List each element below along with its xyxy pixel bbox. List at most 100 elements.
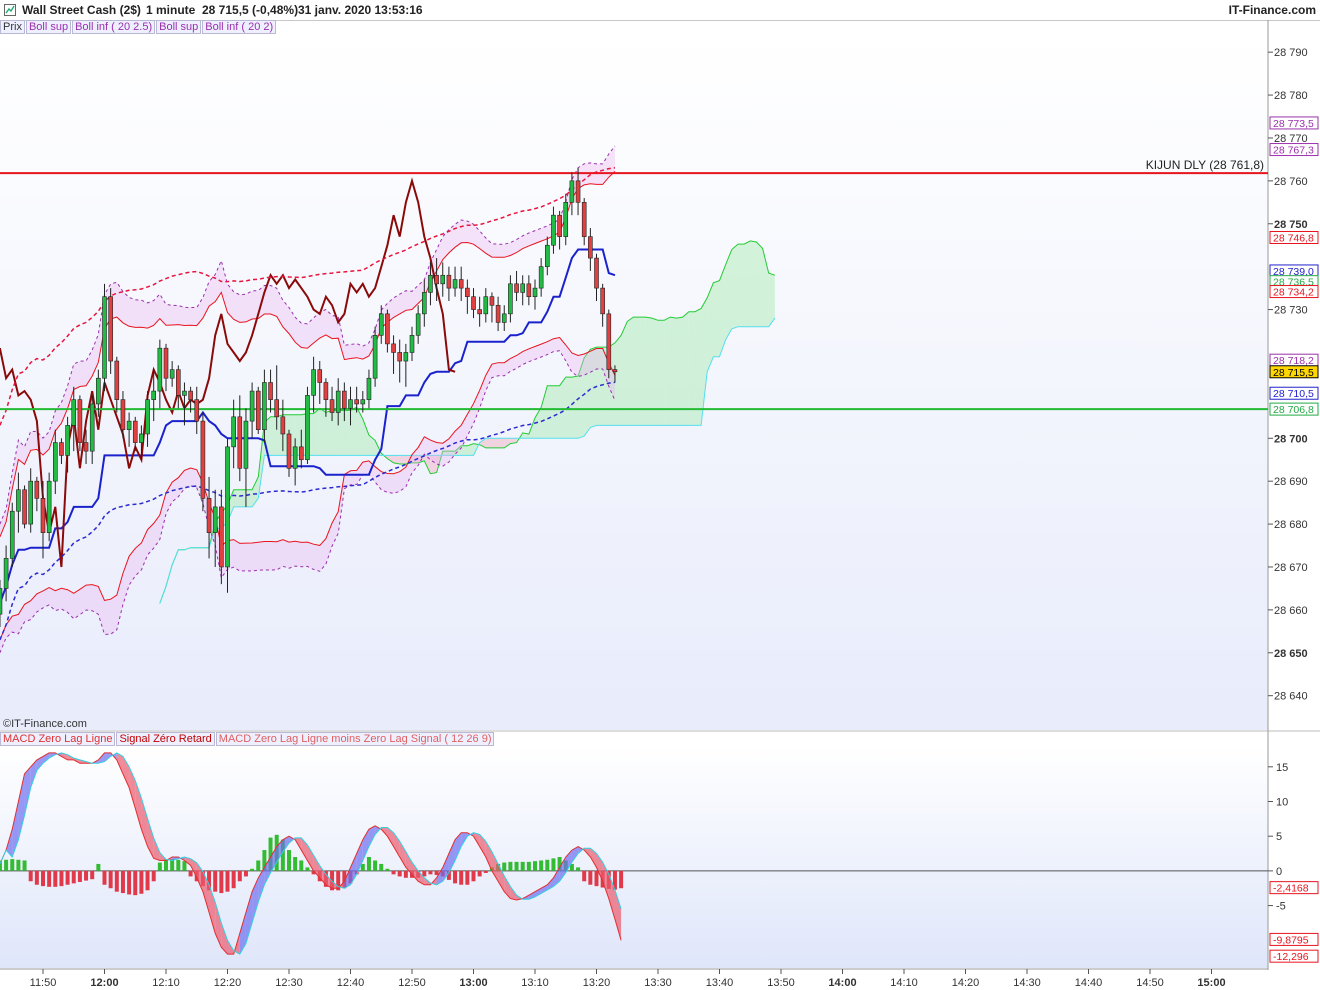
candle-body xyxy=(360,399,366,405)
candle-body xyxy=(323,382,329,400)
macd-histogram-bar xyxy=(299,860,304,871)
candle-body xyxy=(108,296,113,362)
price-tag-label: 28 715,5 xyxy=(1273,367,1314,379)
macd-histogram-bar xyxy=(77,870,82,882)
price-chart[interactable]: 28 640 28 650 28 660 28 670 28 680 28 690 28 7… xyxy=(0,0,1320,990)
candle-body xyxy=(305,395,310,461)
candle-body xyxy=(606,313,612,370)
candle-body xyxy=(588,236,593,259)
candle-body xyxy=(538,266,544,289)
candle xyxy=(22,485,27,529)
macd-histogram-bar xyxy=(379,863,384,871)
ichimoku-cloud-segment xyxy=(344,410,351,456)
candle-body xyxy=(594,257,599,289)
macd-histogram-bar xyxy=(34,870,39,885)
candle-body xyxy=(551,214,556,246)
macd-histogram-bar xyxy=(157,862,162,871)
macd-histogram-bar xyxy=(4,859,9,871)
y-tick-label: 28 680 xyxy=(1274,519,1308,531)
candle-body xyxy=(28,480,34,525)
candle xyxy=(9,502,15,567)
macd-histogram-bar xyxy=(366,857,371,871)
price-tag: 28 734,2 xyxy=(1269,285,1319,299)
candle-body xyxy=(446,274,452,289)
candle xyxy=(372,326,378,387)
price-tag: 28 715,5 xyxy=(1269,365,1319,379)
candle-body xyxy=(22,489,27,525)
candle-body xyxy=(255,390,261,430)
macd-histogram-bar xyxy=(514,861,519,871)
macd-histogram-bar xyxy=(360,863,365,871)
macd-histogram-bar xyxy=(47,870,52,887)
x-tick-label: 14:20 xyxy=(952,977,980,989)
candle-body xyxy=(465,287,470,297)
x-tick-label: 14:30 xyxy=(1013,977,1041,989)
ichimoku-cloud-segment xyxy=(491,438,499,448)
candle-body xyxy=(249,390,255,422)
candle-body xyxy=(237,416,243,469)
candle-body xyxy=(286,433,292,469)
x-tick-label: 12:10 xyxy=(152,977,180,989)
macd-histogram-bar xyxy=(619,870,624,889)
candle-body xyxy=(434,274,439,285)
price-tag: 28 718,2 xyxy=(1269,353,1319,367)
macd-histogram-bar xyxy=(250,868,255,871)
macd-histogram-bar xyxy=(403,870,408,878)
macd-histogram-bar xyxy=(243,870,248,877)
macd-histogram-bar xyxy=(533,861,537,871)
candle-body xyxy=(544,244,550,267)
x-tick-label: 12:00 xyxy=(90,977,118,989)
price-tag-label: 28 706,8 xyxy=(1273,404,1314,416)
macd-histogram-bar xyxy=(434,870,439,876)
candle-body xyxy=(163,347,169,379)
macd-histogram-bar xyxy=(71,870,76,884)
macd-histogram-bar xyxy=(108,870,113,889)
candle xyxy=(255,386,261,434)
price-tag: 28 746,8 xyxy=(1269,230,1319,244)
candle-body xyxy=(440,274,446,285)
y-tick-label: 28 670 xyxy=(1274,562,1308,574)
ichimoku-cloud-segment xyxy=(750,240,757,327)
macd-histogram-bar xyxy=(459,870,464,885)
macd-histogram-bar xyxy=(373,860,378,871)
macd-histogram-bar xyxy=(305,867,310,871)
candle-body xyxy=(298,446,304,461)
y-tick-label: 28 760 xyxy=(1274,176,1308,188)
macd-histogram-bar xyxy=(237,870,242,882)
candle-body xyxy=(243,420,249,469)
ichimoku-cloud-segment xyxy=(332,410,339,456)
candle-body xyxy=(34,480,40,499)
macd-histogram-bar xyxy=(471,870,476,882)
candle-body xyxy=(477,309,482,315)
candle-body xyxy=(280,416,286,435)
candle-body xyxy=(348,399,353,409)
candle-body xyxy=(126,420,132,430)
candle-body xyxy=(151,390,156,400)
macd-histogram-bar xyxy=(65,870,70,885)
macd-histogram-bar xyxy=(385,868,390,871)
ichimoku-cloud-segment xyxy=(571,376,579,439)
x-tick-label: 14:00 xyxy=(828,977,856,989)
macd-histogram-bar xyxy=(588,870,593,885)
macd-histogram-bar xyxy=(293,857,298,871)
ichimoku-cloud-segment xyxy=(239,489,246,507)
macd-histogram-bar xyxy=(391,870,396,875)
ichimoku-cloud-segment xyxy=(245,489,253,507)
macd-histogram-bar xyxy=(225,870,230,892)
y-tick-label: 28 690 xyxy=(1274,476,1308,488)
candle xyxy=(305,386,310,465)
candle-body xyxy=(102,296,107,379)
macd-value-tag-label: -12,296 xyxy=(1273,951,1309,963)
price-tag-label: 28 773,5 xyxy=(1273,118,1314,130)
macd-histogram-bar xyxy=(508,861,513,871)
candle xyxy=(200,412,206,512)
macd-histogram-bar xyxy=(219,870,224,894)
candle-body xyxy=(563,202,569,237)
candle-body xyxy=(495,304,501,323)
macd-histogram-bar xyxy=(539,860,544,871)
candle-body xyxy=(489,296,495,306)
candle-body xyxy=(96,377,101,405)
price-tag-label: 28 710,5 xyxy=(1273,388,1314,400)
candle-body xyxy=(3,558,9,589)
candle xyxy=(102,283,107,392)
